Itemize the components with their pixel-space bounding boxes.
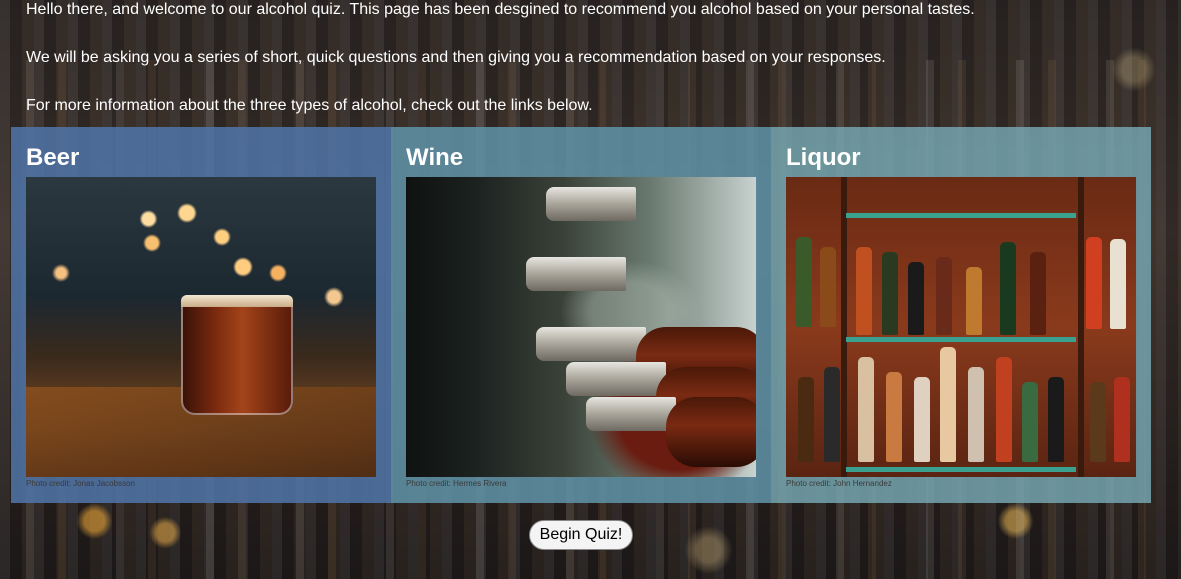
liquor-photo-bottle	[1086, 237, 1102, 329]
beer-photo[interactable]	[26, 177, 376, 477]
beer-photo-foam	[181, 295, 293, 307]
liquor-photo-bottle	[940, 347, 956, 462]
liquor-photo-bottle	[914, 377, 930, 462]
liquor-photo[interactable]	[786, 177, 1136, 477]
liquor-photo-bottle	[1110, 239, 1126, 329]
card-wine[interactable]: Wine Photo credit: Hermes Rivera	[391, 127, 771, 503]
liquor-photo-shelf	[846, 213, 1076, 218]
card-title-wine[interactable]: Wine	[406, 142, 756, 177]
liquor-photo-bottle	[1022, 382, 1038, 462]
intro-paragraph-questions: We will be asking you a series of short,…	[26, 49, 886, 66]
card-title-beer[interactable]: Beer	[26, 142, 376, 177]
card-liquor[interactable]: Liquor Photo credit: John Hernandez	[771, 127, 1151, 503]
liquor-photo-bottle	[936, 257, 952, 335]
wine-photo-bottle-neck	[526, 257, 626, 291]
liquor-photo-bottle	[1048, 377, 1064, 462]
wine-photo-bottle-neck	[566, 362, 666, 396]
liquor-photo-bottle	[798, 377, 814, 462]
liquor-photo-bottle	[966, 267, 982, 335]
wine-photo-bottle-neck	[546, 187, 636, 221]
wine-photo-bottle-neck	[586, 397, 676, 431]
liquor-photo-bottle	[824, 367, 840, 462]
liquor-photo-bottle	[882, 252, 898, 335]
liquor-photo-bottle	[856, 247, 872, 335]
photo-credit-wine: Photo credit: Hermes Rivera	[406, 479, 507, 488]
liquor-photo-bottle	[1000, 242, 1016, 335]
liquor-photo-bottle	[820, 247, 836, 327]
liquor-photo-bottle	[858, 357, 874, 462]
photo-credit-beer: Photo credit: Jonas Jacobsson	[26, 479, 135, 488]
card-title-liquor[interactable]: Liquor	[786, 142, 1136, 177]
liquor-photo-bottle	[1090, 382, 1106, 462]
photo-credit-liquor: Photo credit: John Hernandez	[786, 479, 892, 488]
liquor-photo-shelf-post	[841, 177, 847, 477]
intro-paragraph-links: For more information about the three typ…	[26, 97, 593, 114]
alcohol-type-cards: Beer Photo credit: Jonas Jacobsson Wine …	[11, 127, 1151, 503]
liquor-photo-bottle	[1114, 377, 1130, 462]
wine-photo-bottle	[666, 397, 756, 467]
wine-photo[interactable]	[406, 177, 756, 477]
wine-photo-bottle-neck	[536, 327, 646, 361]
begin-quiz-button[interactable]: Begin Quiz!	[529, 520, 633, 550]
liquor-photo-bottle	[1030, 252, 1046, 335]
liquor-photo-bottle	[886, 372, 902, 462]
liquor-photo-bottle	[968, 367, 984, 462]
intro-paragraph-welcome: Hello there, and welcome to our alcohol …	[26, 1, 975, 18]
liquor-photo-bottle	[908, 262, 924, 335]
liquor-photo-shelf	[846, 467, 1076, 472]
liquor-photo-shelf	[846, 337, 1076, 342]
liquor-photo-shelf-post	[1078, 177, 1084, 477]
liquor-photo-bottle	[796, 237, 812, 327]
card-beer[interactable]: Beer Photo credit: Jonas Jacobsson	[11, 127, 391, 503]
beer-photo-glass	[181, 295, 293, 415]
liquor-photo-bottle	[996, 357, 1012, 462]
